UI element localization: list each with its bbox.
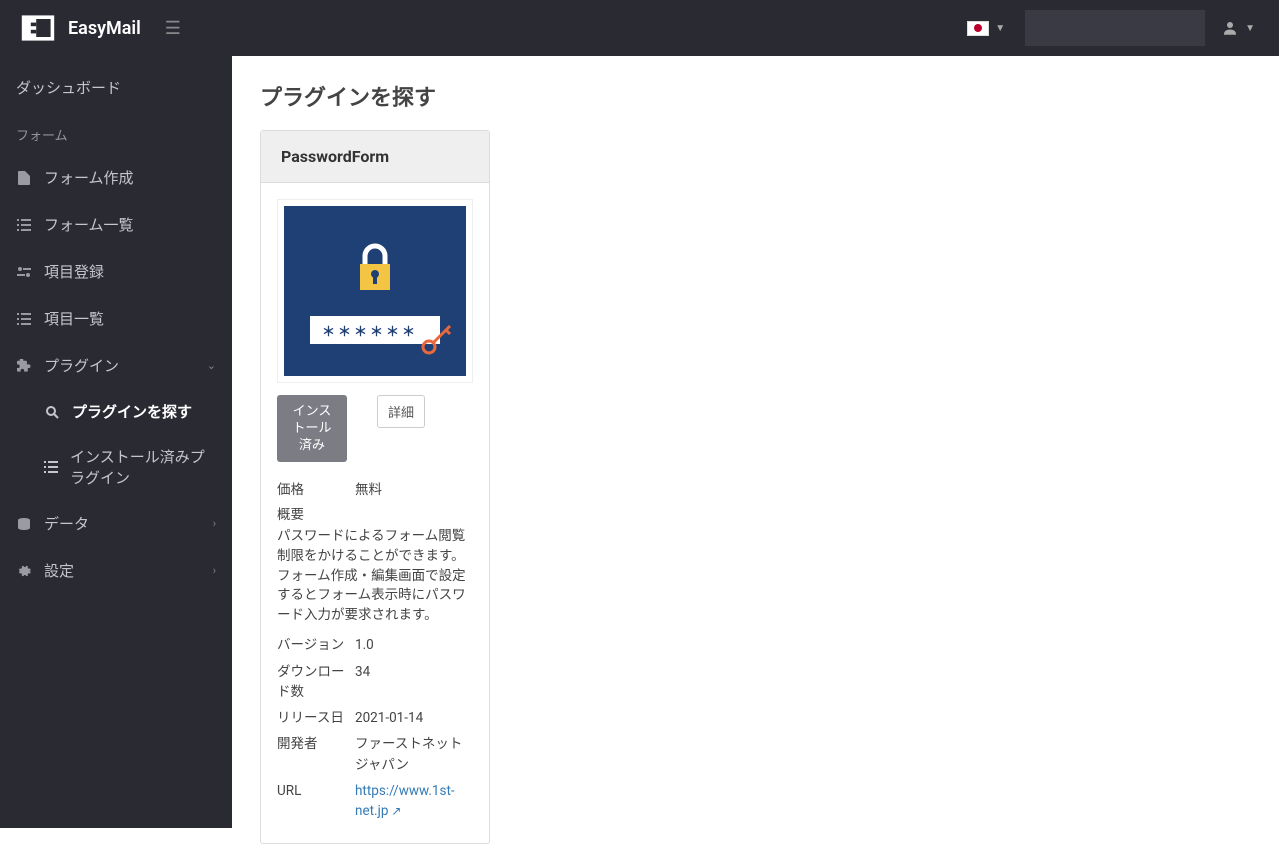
- label-overview: 概要: [277, 506, 473, 526]
- sliders-icon: [16, 266, 32, 278]
- sidebar-item-item-register[interactable]: 項目登録: [0, 248, 232, 295]
- caret-down-icon: ▼: [1245, 23, 1255, 34]
- external-link-icon: ↗: [391, 804, 401, 818]
- value-price: 無料: [355, 480, 473, 500]
- user-icon: [1221, 19, 1239, 37]
- sidebar-label: データ: [44, 513, 89, 534]
- database-icon: [16, 517, 32, 531]
- language-dropdown[interactable]: ▼: [959, 17, 1013, 40]
- value-release: 2021-01-14: [355, 708, 473, 728]
- caret-down-icon: ▼: [995, 23, 1005, 34]
- chevron-down-icon: ⌄: [207, 359, 216, 372]
- chevron-right-icon: ›: [213, 517, 216, 530]
- plugin-thumbnail: ＊＊＊＊＊＊: [277, 199, 473, 383]
- plugin-card: PasswordForm ＊＊＊＊＊＊: [260, 130, 490, 844]
- sidebar-label: ダッシュボード: [16, 77, 121, 98]
- detail-button[interactable]: 詳細: [377, 395, 425, 428]
- brand-logo-icon: [20, 10, 56, 46]
- sidebar-label: インストール済みプラグイン: [70, 446, 216, 488]
- key-icon: [420, 322, 454, 356]
- sidebar-item-form-create[interactable]: フォーム作成: [0, 154, 232, 201]
- list-icon: [16, 313, 32, 325]
- sidebar-label: 設定: [44, 560, 74, 581]
- sidebar-label: フォーム一覧: [44, 214, 134, 235]
- sidebar-item-data[interactable]: データ ›: [0, 500, 232, 547]
- sidebar-item-dashboard[interactable]: ダッシュボード: [0, 64, 232, 111]
- list-icon: [44, 461, 58, 473]
- sidebar-label: フォーム作成: [44, 167, 134, 188]
- main-content: プラグインを探す PasswordForm ＊＊＊＊＊＊: [232, 56, 1279, 868]
- label-version: バージョン: [277, 635, 355, 655]
- sidebar-item-item-list[interactable]: 項目一覧: [0, 295, 232, 342]
- installed-button[interactable]: インストール済み: [277, 395, 347, 462]
- puzzle-icon: [16, 359, 32, 373]
- sidebar-label: 項目登録: [44, 261, 104, 282]
- label-downloads: ダウンロード数: [277, 662, 355, 703]
- label-release: リリース日: [277, 708, 355, 728]
- developer-url-link[interactable]: https://www.1st-net.jp↗: [355, 783, 455, 819]
- search-icon: [44, 405, 60, 419]
- value-version: 1.0: [355, 635, 473, 655]
- sidebar-item-form-list[interactable]: フォーム一覧: [0, 201, 232, 248]
- label-url: URL: [277, 781, 355, 822]
- list-icon: [16, 219, 32, 231]
- brand-text: EasyMail: [68, 18, 141, 39]
- menu-toggle-icon[interactable]: ☰: [165, 18, 181, 39]
- password-mask: ＊＊＊＊＊＊: [310, 316, 440, 344]
- sidebar-item-settings[interactable]: 設定 ›: [0, 547, 232, 594]
- sidebar-item-plugin-installed[interactable]: インストール済みプラグイン: [0, 434, 232, 500]
- value-developer: ファーストネットジャパン: [355, 734, 473, 775]
- lock-icon: [345, 238, 405, 298]
- user-menu[interactable]: ▼: [1217, 15, 1259, 41]
- sidebar-item-plugin[interactable]: プラグイン ⌄: [0, 342, 232, 389]
- sidebar-item-plugin-search[interactable]: プラグインを探す: [0, 389, 232, 434]
- sidebar-label: プラグインを探す: [72, 401, 192, 422]
- gear-icon: [16, 564, 32, 578]
- chevron-right-icon: ›: [213, 564, 216, 577]
- file-icon: [16, 171, 32, 185]
- page-title: プラグインを探す: [260, 80, 1251, 112]
- plugin-name: PasswordForm: [261, 131, 489, 183]
- value-overview: パスワードによるフォーム閲覧制限をかけることができます。フォーム作成・編集画面で…: [277, 527, 473, 625]
- app-header: EasyMail ☰ ▼ ▼: [0, 0, 1279, 56]
- header-search-input[interactable]: [1025, 10, 1205, 46]
- flag-jp-icon: [967, 21, 989, 36]
- sidebar-section-form: フォーム: [0, 111, 232, 154]
- label-developer: 開発者: [277, 734, 355, 775]
- brand[interactable]: EasyMail: [20, 10, 141, 46]
- sidebar-label: 項目一覧: [44, 308, 104, 329]
- label-price: 価格: [277, 480, 355, 500]
- sidebar: ダッシュボード フォーム フォーム作成 フォーム一覧 項目登録 項目一覧 プラグ…: [0, 56, 232, 828]
- sidebar-label: プラグイン: [44, 355, 119, 376]
- value-downloads: 34: [355, 662, 473, 703]
